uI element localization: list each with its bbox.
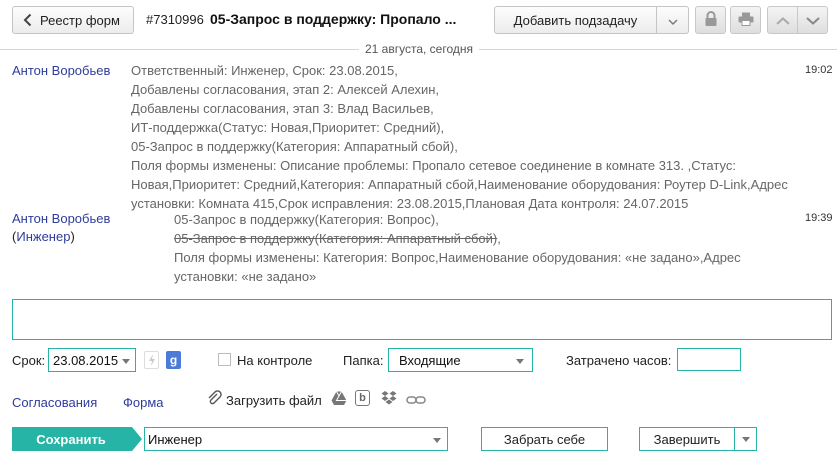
chevron-down-icon <box>668 13 678 28</box>
chevron-down-icon <box>805 13 820 28</box>
deadline-label: Срок: <box>12 353 46 368</box>
add-subtask-button[interactable]: Добавить подзадачу <box>494 6 657 34</box>
previous-button[interactable] <box>767 6 798 34</box>
entry-time: 19:39 <box>805 212 833 224</box>
removed-value: 05-Запрос в поддержку(Категория: Аппарат… <box>174 231 498 246</box>
paperclip-icon <box>206 390 222 409</box>
lock-button[interactable] <box>695 6 726 34</box>
hours-input[interactable] <box>677 348 741 371</box>
lock-icon <box>704 10 718 30</box>
box-icon[interactable]: b <box>355 390 370 406</box>
entry-changes: 05-Запрос в поддержку(Категория: Вопрос)… <box>174 210 794 286</box>
author-role-link[interactable]: Инженер <box>16 229 70 244</box>
entry-author[interactable]: Антон Воробьев <box>12 63 110 78</box>
change-line: Поля формы изменены: Описание проблемы: … <box>131 158 788 211</box>
next-button[interactable] <box>797 6 828 34</box>
entry-time: 19:02 <box>805 64 833 76</box>
comment-input[interactable] <box>12 299 832 340</box>
change-line: 05-Запрос в поддержку(Категория: Вопрос)… <box>174 212 439 227</box>
page-title: 05-Запрос в поддержку: Пропало ... <box>210 11 457 27</box>
change-line: Ответственный: Инженер, Срок: 23.08.2015… <box>131 63 398 78</box>
assignee-select[interactable]: Инженер <box>144 427 448 451</box>
folder-label: Папка: <box>343 353 384 368</box>
change-line: ИТ-поддержка(Статус: Новая,Приоритет: Ср… <box>131 120 445 135</box>
on-control-checkbox[interactable] <box>218 353 231 366</box>
take-to-self-label: Забрать себе <box>503 431 586 447</box>
back-to-registry-button[interactable]: Реестр форм <box>12 6 134 34</box>
entry-author[interactable]: Антон Воробьев <box>12 211 110 226</box>
chevron-up-icon <box>775 13 790 28</box>
chevron-down-icon <box>122 359 130 364</box>
add-subtask-dropdown-button[interactable] <box>656 6 689 34</box>
save-button-label: Сохранить <box>36 431 106 447</box>
change-line: Добавлены согласования, этап 3: Влад Вас… <box>131 101 434 116</box>
change-line-removed: 05-Запрос в поддержку(Категория: Аппарат… <box>174 231 501 246</box>
deadline-field[interactable]: 23.08.2015 <box>48 348 136 372</box>
change-line: Добавлены согласования, этап 2: Алексей … <box>131 82 440 97</box>
chevron-down-icon <box>516 359 524 364</box>
approvals-link[interactable]: Согласования <box>12 395 97 410</box>
folder-select[interactable]: Входящие <box>388 348 533 372</box>
form-link[interactable]: Форма <box>123 395 164 410</box>
back-button-label: Реестр форм <box>40 12 120 28</box>
printer-icon <box>738 12 754 29</box>
lightning-icon[interactable] <box>144 351 159 369</box>
chevron-down-icon <box>433 438 441 443</box>
google-calendar-icon[interactable]: g <box>166 351 181 369</box>
finish-button[interactable]: Завершить <box>639 427 735 451</box>
assignee-value: Инженер <box>148 431 203 447</box>
on-control-label: На контроле <box>237 353 313 368</box>
print-button[interactable] <box>730 6 761 34</box>
entry-author-role: (Инженер) <box>12 229 75 244</box>
take-to-self-button[interactable]: Забрать себе <box>481 427 608 451</box>
finish-dropdown-button[interactable] <box>734 427 757 451</box>
change-line: 05-Запрос в поддержку(Категория: Аппарат… <box>131 139 458 154</box>
task-number: #7310996 <box>146 12 204 27</box>
entry-changes: Ответственный: Инженер, Срок: 23.08.2015… <box>131 61 801 213</box>
folder-value: Входящие <box>399 352 461 368</box>
google-drive-icon[interactable] <box>331 391 347 409</box>
save-button[interactable]: Сохранить <box>12 427 142 451</box>
upload-file-link[interactable]: Загрузить файл <box>226 393 322 408</box>
link-icon[interactable] <box>406 393 426 408</box>
deadline-value: 23.08.2015 <box>53 352 119 368</box>
finish-label: Завершить <box>653 431 721 447</box>
chevron-left-icon <box>23 13 32 27</box>
add-subtask-label: Добавить подзадачу <box>513 12 638 28</box>
date-divider: 21 августа, сегодня <box>359 42 479 56</box>
dropbox-icon[interactable] <box>381 390 397 409</box>
chevron-down-icon <box>741 436 750 442</box>
change-line: Поля формы изменены: Категория: Вопрос,Н… <box>174 250 741 284</box>
hours-label: Затрачено часов: <box>566 353 672 368</box>
